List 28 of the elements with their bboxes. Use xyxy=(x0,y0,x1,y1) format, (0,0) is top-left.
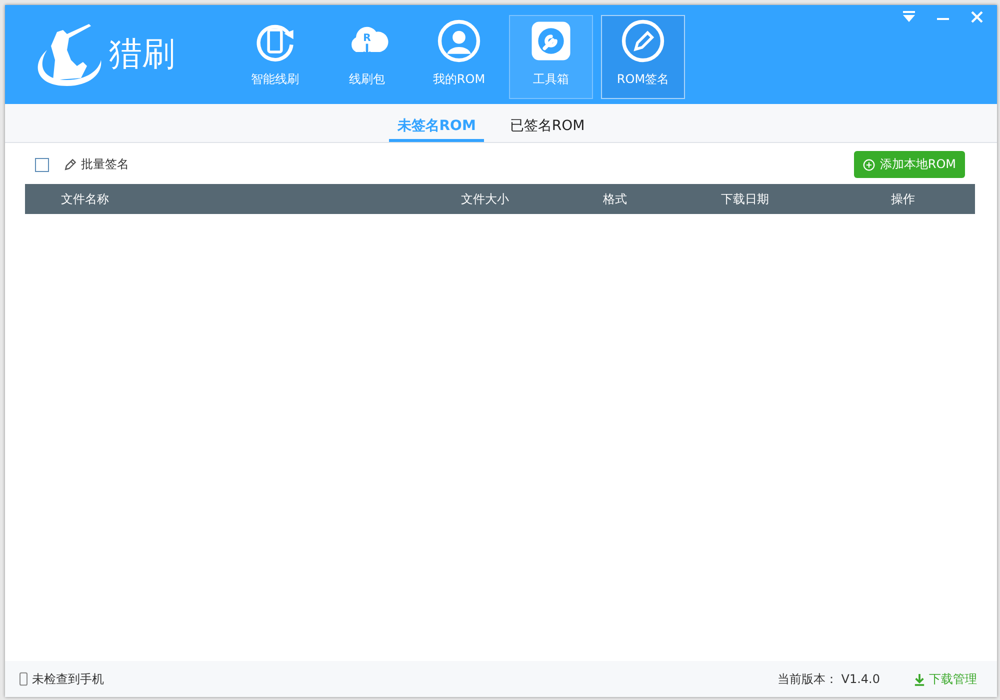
column-header: 文件大小 xyxy=(461,190,510,208)
version-label: 当前版本： xyxy=(777,670,838,688)
column-header: 操作 xyxy=(891,190,915,208)
nav-tab[interactable]: 智能线刷 xyxy=(233,15,317,99)
nav-tab[interactable]: ROM签名 xyxy=(601,15,685,99)
download-icon xyxy=(914,672,925,686)
sub-tab[interactable]: 已签名ROM xyxy=(502,104,593,142)
pen-icon xyxy=(621,19,665,63)
add-local-rom-button[interactable]: 添加本地ROM xyxy=(854,151,965,178)
phone-icon xyxy=(19,672,28,686)
column-header: 下载日期 xyxy=(721,190,770,208)
select-all-checkbox[interactable] xyxy=(35,158,49,172)
batch-sign-button[interactable]: 批量签名 xyxy=(63,156,129,173)
plus-circle-icon xyxy=(862,158,875,170)
column-header: 文件名称 xyxy=(61,190,110,208)
version-number: V1.4.0 xyxy=(841,672,880,686)
nav-tab[interactable]: 工具箱 xyxy=(509,15,593,99)
pen-icon xyxy=(63,158,77,172)
user-icon xyxy=(437,19,481,63)
device-status: 未检查到手机 xyxy=(32,670,104,688)
nav-tab[interactable]: R 线刷包 xyxy=(325,15,409,99)
close-icon[interactable] xyxy=(969,9,985,25)
download-manager-button[interactable]: 下载管理 xyxy=(914,670,977,688)
wrench-icon xyxy=(529,19,573,63)
sub-tab[interactable]: 未签名ROM xyxy=(389,104,484,142)
nav-tab[interactable]: 我的ROM xyxy=(417,15,501,99)
column-header: 格式 xyxy=(603,190,628,208)
app-name: 猎刷 xyxy=(109,33,175,75)
